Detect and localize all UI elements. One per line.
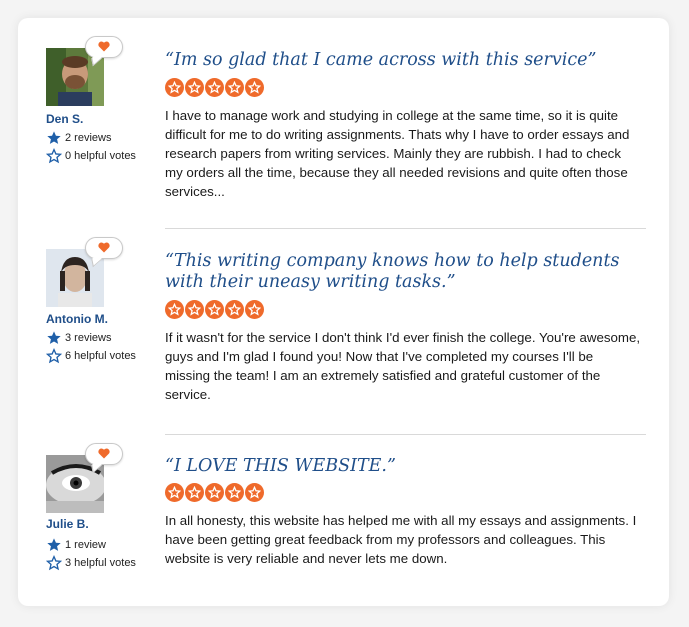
reviewer-name[interactable]: Den S.	[46, 112, 83, 126]
review-item: Antonio M. 3 reviews 6 helpful votes “Th…	[18, 229, 669, 434]
reviews-count: 3 reviews	[46, 330, 111, 346]
helpful-votes: 3 helpful votes	[46, 555, 136, 571]
rating-star-icon	[245, 483, 264, 502]
star-icon	[46, 130, 62, 146]
rating-star-icon	[245, 300, 264, 319]
heart-icon	[98, 242, 110, 253]
review-title: “This writing company knows how to help …	[165, 251, 620, 292]
star-icon	[46, 330, 62, 346]
rating-star-icon	[225, 483, 244, 502]
rating-stars	[165, 483, 264, 503]
reviewer-name[interactable]: Julie B.	[46, 517, 89, 531]
reviewer-name[interactable]: Antonio M.	[46, 312, 108, 326]
reviews-card: Den S. 2 reviews 0 helpful votes “Im so …	[18, 18, 669, 606]
rating-stars	[165, 78, 264, 98]
rating-stars	[165, 300, 264, 320]
star-icon	[46, 537, 62, 553]
rating-star-icon	[225, 300, 244, 319]
review-text: I have to manage work and studying in co…	[165, 108, 630, 199]
review-item: Den S. 2 reviews 0 helpful votes “Im so …	[18, 18, 669, 228]
heart-icon	[98, 41, 110, 52]
favorite-button[interactable]	[85, 443, 123, 474]
rating-star-icon	[185, 78, 204, 97]
review-title: “I LOVE THIS WEBSITE.”	[165, 456, 396, 476]
reviews-count: 1 review	[46, 537, 106, 553]
rating-star-icon	[165, 300, 184, 319]
rating-star-icon	[165, 78, 184, 97]
star-outline-icon	[46, 555, 62, 571]
rating-star-icon	[205, 483, 224, 502]
review-text: In all honesty, this website has helped …	[165, 513, 637, 566]
rating-star-icon	[245, 78, 264, 97]
rating-star-icon	[205, 300, 224, 319]
review-title: “Im so glad that I came across with this…	[165, 50, 597, 70]
helpful-votes: 6 helpful votes	[46, 348, 136, 364]
rating-star-icon	[185, 483, 204, 502]
review-text: If it wasn't for the service I don't thi…	[165, 330, 641, 402]
star-outline-icon	[46, 348, 62, 364]
rating-star-icon	[165, 483, 184, 502]
helpful-votes: 0 helpful votes	[46, 148, 136, 164]
favorite-button[interactable]	[85, 36, 123, 67]
favorite-button[interactable]	[85, 237, 123, 268]
rating-star-icon	[185, 300, 204, 319]
heart-icon	[98, 448, 110, 459]
reviews-count: 2 reviews	[46, 130, 111, 146]
rating-star-icon	[225, 78, 244, 97]
star-outline-icon	[46, 148, 62, 164]
review-item: Julie B. 1 review 3 helpful votes “I LOV…	[18, 435, 669, 605]
rating-star-icon	[205, 78, 224, 97]
